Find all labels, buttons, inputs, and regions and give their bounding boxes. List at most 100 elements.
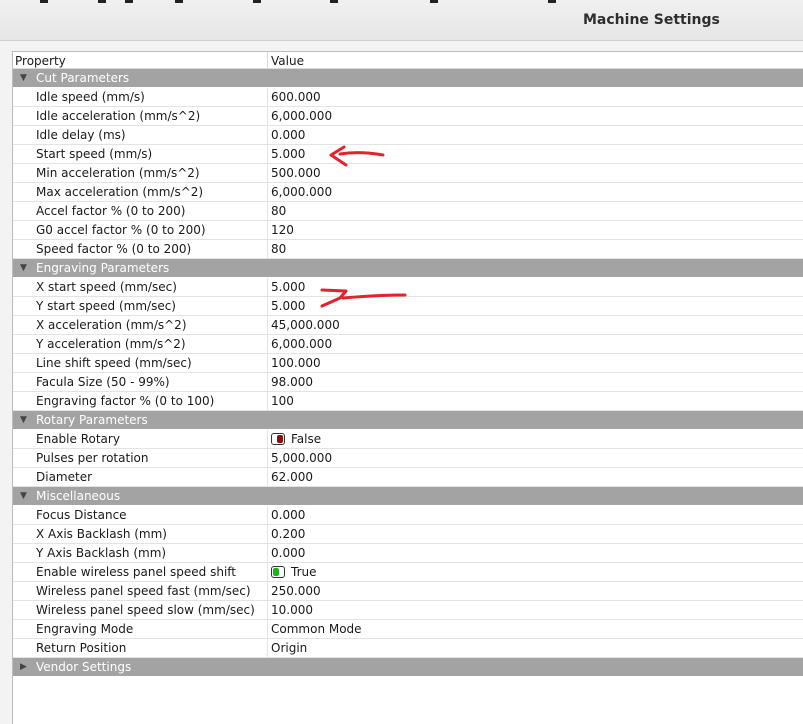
property-value[interactable]: 100.000 xyxy=(271,354,321,372)
table-row[interactable]: Enable wireless panel speed shift True xyxy=(13,563,803,582)
window-titlebar[interactable]: Machine Settings xyxy=(0,0,803,41)
property-value[interactable]: 10.000 xyxy=(271,601,313,619)
property-value[interactable]: 5.000 xyxy=(271,145,305,163)
column-header-property[interactable]: Property xyxy=(15,53,66,69)
property-value[interactable]: 0.000 xyxy=(271,506,305,524)
table-row[interactable]: Accel factor % (0 to 200) 80 xyxy=(13,202,803,221)
property-value[interactable]: 5,000.000 xyxy=(271,449,332,467)
group-engraving[interactable]: ▼ Engraving Parameters xyxy=(13,259,803,277)
property-name: Return Position xyxy=(36,641,127,655)
property-value[interactable]: 0.000 xyxy=(271,544,305,562)
column-divider xyxy=(267,620,268,639)
property-value[interactable]: 120 xyxy=(271,221,294,239)
property-name: Pulses per rotation xyxy=(36,451,149,465)
property-value[interactable]: 5.000 xyxy=(271,297,305,315)
table-row[interactable]: Wireless panel speed slow (mm/sec) 10.000 xyxy=(13,601,803,620)
property-value[interactable]: 62.000 xyxy=(271,468,313,486)
column-divider[interactable] xyxy=(267,52,268,69)
table-row[interactable]: Start speed (mm/s) 5.000 xyxy=(13,145,803,164)
column-divider xyxy=(267,373,268,392)
group-cut[interactable]: ▼ Cut Parameters xyxy=(13,69,803,87)
table-row[interactable]: Speed factor % (0 to 200) 80 xyxy=(13,240,803,259)
property-name: Engraving factor % (0 to 100) xyxy=(36,394,215,408)
property-value[interactable]: 0.000 xyxy=(271,126,305,144)
property-name: Min acceleration (mm/s^2) xyxy=(36,166,200,180)
triangle-down-icon[interactable]: ▼ xyxy=(20,411,27,429)
column-divider xyxy=(267,316,268,335)
titlebar-fragment xyxy=(125,0,133,3)
window-title: Machine Settings xyxy=(583,12,720,28)
group-rotary[interactable]: ▼ Rotary Parameters xyxy=(13,411,803,429)
property-name: Y acceleration (mm/s^2) xyxy=(36,337,186,351)
column-divider xyxy=(267,601,268,620)
property-value[interactable]: 500.000 xyxy=(271,164,321,182)
table-row[interactable]: Pulses per rotation 5,000.000 xyxy=(13,449,803,468)
property-value[interactable]: 5.000 xyxy=(271,278,305,296)
property-name: Y start speed (mm/sec) xyxy=(36,299,176,313)
table-row[interactable]: Max acceleration (mm/s^2) 6,000.000 xyxy=(13,183,803,202)
property-name: Facula Size (50 - 99%) xyxy=(36,375,170,389)
titlebar-fragment xyxy=(330,0,338,3)
table-row[interactable]: X start speed (mm/sec) 5.000 xyxy=(13,278,803,297)
table-row[interactable]: Return Position Origin xyxy=(13,639,803,658)
property-value[interactable]: 6,000.000 xyxy=(271,335,332,353)
property-value[interactable]: 45,000.000 xyxy=(271,316,340,334)
table-row[interactable]: Engraving factor % (0 to 100) 100 xyxy=(13,392,803,411)
table-row[interactable]: Idle acceleration (mm/s^2) 6,000.000 xyxy=(13,107,803,126)
table-row[interactable]: Diameter 62.000 xyxy=(13,468,803,487)
triangle-down-icon[interactable]: ▼ xyxy=(20,487,27,505)
table-row[interactable]: Wireless panel speed fast (mm/sec) 250.00… xyxy=(13,582,803,601)
column-divider xyxy=(267,335,268,354)
group-vendor[interactable]: ▶ Vendor Settings xyxy=(13,658,803,676)
property-value[interactable]: 80 xyxy=(271,240,286,258)
property-value[interactable]: 6,000.000 xyxy=(271,183,332,201)
group-label: Miscellaneous xyxy=(36,489,121,503)
property-value[interactable]: Common Mode xyxy=(271,620,362,638)
table-row[interactable]: G0 accel factor % (0 to 200) 120 xyxy=(13,221,803,240)
triangle-down-icon[interactable]: ▼ xyxy=(20,259,27,277)
group-misc[interactable]: ▼ Miscellaneous xyxy=(13,487,803,505)
property-name: Wireless panel speed fast (mm/sec) xyxy=(36,584,251,598)
table-row[interactable]: Y acceleration (mm/s^2) 6,000.000 xyxy=(13,335,803,354)
column-divider xyxy=(267,544,268,563)
table-row[interactable]: Y Axis Backlash (mm) 0.000 xyxy=(13,544,803,563)
property-name: X start speed (mm/sec) xyxy=(36,280,177,294)
property-name: Idle speed (mm/s) xyxy=(36,90,145,104)
table-row[interactable]: Y start speed (mm/sec) 5.000 xyxy=(13,297,803,316)
table-row[interactable]: X acceleration (mm/s^2) 45,000.000 xyxy=(13,316,803,335)
group-label: Cut Parameters xyxy=(36,71,130,85)
triangle-right-icon[interactable]: ▶ xyxy=(20,658,27,676)
property-table[interactable]: Property Value ▼ Cut Parameters Idle speed… xyxy=(12,51,803,724)
property-name: Start speed (mm/s) xyxy=(36,147,153,161)
table-row[interactable]: Focus Distance 0.000 xyxy=(13,506,803,525)
property-value[interactable]: Origin xyxy=(271,639,307,657)
property-name: Enable Rotary xyxy=(36,432,120,446)
property-name: Enable wireless panel speed shift xyxy=(36,565,237,579)
property-value[interactable]: 80 xyxy=(271,202,286,220)
property-name: Accel factor % (0 to 200) xyxy=(36,204,186,218)
table-row[interactable]: Idle delay (ms) 0.000 xyxy=(13,126,803,145)
table-row[interactable]: Line shift speed (mm/sec) 100.000 xyxy=(13,354,803,373)
table-row[interactable]: Engraving Mode Common Mode xyxy=(13,620,803,639)
property-value[interactable]: 250.000 xyxy=(271,582,321,600)
toggle-on-icon[interactable] xyxy=(271,565,285,578)
table-row[interactable]: Enable Rotary False xyxy=(13,430,803,449)
toggle-knob xyxy=(277,434,283,443)
property-value[interactable]: 600.000 xyxy=(271,88,321,106)
property-value[interactable]: 6,000.000 xyxy=(271,107,332,125)
table-row[interactable]: Min acceleration (mm/s^2) 500.000 xyxy=(13,164,803,183)
column-divider xyxy=(267,88,268,107)
table-row[interactable]: X Axis Backlash (mm) 0.200 xyxy=(13,525,803,544)
property-value[interactable]: 98.000 xyxy=(271,373,313,391)
column-divider xyxy=(267,297,268,316)
property-name: Speed factor % (0 to 200) xyxy=(36,242,192,256)
column-header-value[interactable]: Value xyxy=(271,53,304,69)
property-value[interactable]: 0.200 xyxy=(271,525,305,543)
property-value[interactable]: False xyxy=(271,430,321,448)
toggle-off-icon[interactable] xyxy=(271,432,285,445)
property-value[interactable]: 100 xyxy=(271,392,294,410)
table-row[interactable]: Idle speed (mm/s) 600.000 xyxy=(13,88,803,107)
table-row[interactable]: Facula Size (50 - 99%) 98.000 xyxy=(13,373,803,392)
property-value[interactable]: True xyxy=(271,563,317,581)
triangle-down-icon[interactable]: ▼ xyxy=(20,69,27,87)
